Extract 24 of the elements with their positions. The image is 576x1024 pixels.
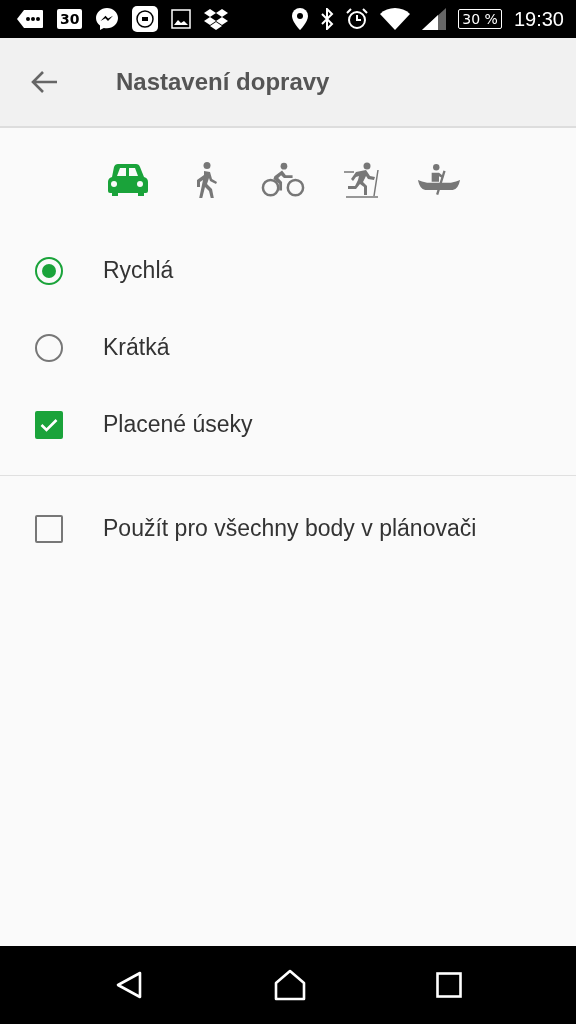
- option-label: Rychlá: [103, 257, 174, 284]
- checkmark-icon: [40, 417, 58, 432]
- page-title: Nastavení dopravy: [116, 68, 330, 96]
- clock-time: 19:30: [513, 7, 564, 31]
- checkbox[interactable]: [35, 514, 63, 543]
- battery-indicator: 30 %: [458, 9, 502, 29]
- calendar-icon: 30: [57, 9, 83, 29]
- transport-mode-tab[interactable]: [261, 160, 305, 200]
- radio-button[interactable]: [35, 256, 63, 285]
- option-label: Použít pro všechny body v plánovači: [103, 515, 477, 542]
- radio-button[interactable]: [35, 333, 63, 362]
- location-icon: [292, 8, 309, 30]
- option-label: Krátká: [103, 334, 170, 361]
- bluetooth-icon: [320, 8, 335, 30]
- back-arrow-icon[interactable]: [31, 70, 59, 94]
- notification-icon: [16, 9, 44, 29]
- signal-icon: [422, 8, 447, 30]
- recent-apps-icon[interactable]: [435, 972, 462, 998]
- wifi-icon: [380, 8, 411, 30]
- gallery-icon: [171, 9, 192, 29]
- alarm-icon: [346, 8, 369, 30]
- checkbox[interactable]: [35, 410, 63, 439]
- home-icon[interactable]: [273, 969, 307, 1001]
- option-label: Placené úseky: [103, 411, 253, 438]
